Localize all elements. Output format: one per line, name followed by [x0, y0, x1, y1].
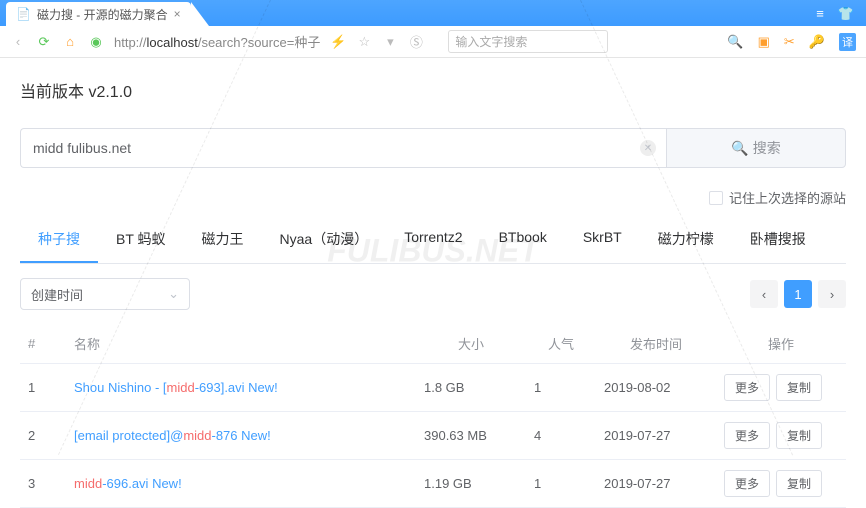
tab-7[interactable]: 磁力柠檬 [640, 217, 732, 263]
table-row: 3midd-696.avi New!1.19 GB12019-07-27更多复制 [20, 460, 846, 508]
url-path: /search?source=种子 [198, 35, 320, 50]
cell-index: 2 [20, 412, 66, 460]
col-hot: 人气 [526, 324, 596, 364]
chevron-down-icon[interactable]: ▾ [382, 34, 398, 50]
translate-icon[interactable]: 译 [839, 33, 856, 51]
search-icon: 🔍 [731, 140, 748, 157]
cell-hot: 4 [526, 412, 596, 460]
col-size: 大小 [416, 324, 526, 364]
cell-size: 390.63 MB [416, 412, 526, 460]
browser-search-input[interactable]: 输入文字搜索 [448, 30, 608, 53]
chevron-down-icon: ⌄ [168, 286, 179, 302]
tab-3[interactable]: Nyaa（动漫） [262, 217, 387, 263]
copy-button[interactable]: 复制 [776, 374, 822, 401]
capture-icon[interactable]: ▣ [758, 34, 770, 50]
tab-5[interactable]: BTbook [481, 217, 565, 263]
cell-name[interactable]: [email protected]@midd-876 New! [66, 412, 416, 460]
remember-checkbox[interactable] [709, 191, 723, 205]
search-placeholder: 输入文字搜索 [455, 33, 527, 50]
search-button-label: 搜索 [753, 138, 781, 158]
menu-icon[interactable]: ≡ [816, 6, 824, 22]
table-row: 1Shou Nishino - [midd-693].avi New!1.8 G… [20, 364, 846, 412]
url-scheme: http:// [114, 35, 147, 50]
search-icon[interactable]: 🔍 [727, 34, 743, 50]
cell-name[interactable]: Shou Nishino - [midd-693].avi New! [66, 364, 416, 412]
tab-0[interactable]: 种子搜 [20, 217, 98, 263]
search-input[interactable]: midd fulibus.net ✕ [20, 128, 666, 168]
cell-index: 1 [20, 364, 66, 412]
col-name: 名称 [66, 324, 416, 364]
back-icon[interactable]: ‹ [10, 34, 26, 50]
search-button[interactable]: 🔍 搜索 [666, 128, 846, 168]
tab-1[interactable]: BT 蚂蚁 [98, 217, 184, 263]
cell-date: 2019-07-27 [596, 412, 716, 460]
close-icon[interactable]: × [174, 7, 181, 21]
page-prev[interactable]: ‹ [750, 280, 778, 308]
pagination: ‹ 1 › [750, 280, 846, 308]
cell-date: 2019-07-27 [596, 460, 716, 508]
search-value: midd fulibus.net [33, 140, 131, 156]
clear-icon[interactable]: ✕ [640, 140, 656, 156]
cell-name[interactable]: midd-696.avi New! [66, 460, 416, 508]
cell-ops: 更多复制 [716, 460, 846, 508]
sort-value: 创建时间 [31, 285, 83, 304]
copy-button[interactable]: 复制 [776, 470, 822, 497]
home-icon[interactable]: ⌂ [62, 34, 78, 50]
cell-ops: 更多复制 [716, 412, 846, 460]
key-icon[interactable]: 🔑 [809, 34, 825, 50]
url-display[interactable]: http://localhost/search?source=种子 [114, 32, 320, 51]
results-table: # 名称 大小 人气 发布时间 操作 1Shou Nishino - [midd… [20, 324, 846, 508]
reload-icon[interactable]: ⟳ [36, 34, 52, 50]
source-tabs: 种子搜BT 蚂蚁磁力王Nyaa（动漫）Torrentz2BTbookSkrBT磁… [20, 217, 846, 264]
cell-ops: 更多复制 [716, 364, 846, 412]
tab-6[interactable]: SkrBT [565, 217, 640, 263]
browser-tab[interactable]: 📄 磁力搜 - 开源的磁力聚合 × [6, 2, 191, 26]
url-host: localhost [147, 35, 198, 50]
shirt-icon[interactable]: 👕 [838, 6, 854, 22]
cell-date: 2019-08-02 [596, 364, 716, 412]
address-bar: ‹ ⟳ ⌂ ◉ http://localhost/search?source=种… [0, 26, 866, 58]
more-button[interactable]: 更多 [724, 422, 770, 449]
more-button[interactable]: 更多 [724, 374, 770, 401]
sogou-icon[interactable]: Ⓢ [408, 34, 424, 50]
version-label: 当前版本 v2.1.0 [20, 78, 846, 102]
lightning-icon[interactable]: ⚡ [330, 34, 346, 50]
shield-icon[interactable]: ◉ [88, 34, 104, 50]
remember-label: 记住上次选择的源站 [729, 188, 846, 207]
page-current[interactable]: 1 [784, 280, 812, 308]
more-button[interactable]: 更多 [724, 470, 770, 497]
col-date: 发布时间 [596, 324, 716, 364]
table-row: 2[email protected]@midd-876 New!390.63 M… [20, 412, 846, 460]
cell-hot: 1 [526, 460, 596, 508]
cell-size: 1.8 GB [416, 364, 526, 412]
page-next[interactable]: › [818, 280, 846, 308]
star-icon[interactable]: ☆ [356, 34, 372, 50]
tab-4[interactable]: Torrentz2 [386, 217, 480, 263]
col-ops: 操作 [716, 324, 846, 364]
tab-title: 磁力搜 - 开源的磁力聚合 [37, 6, 168, 23]
browser-tab-strip: 📄 磁力搜 - 开源的磁力聚合 × ≡ 👕 [0, 0, 866, 26]
tab-8[interactable]: 卧槽搜报 [732, 217, 824, 263]
cell-hot: 1 [526, 364, 596, 412]
sort-select[interactable]: 创建时间 ⌄ [20, 278, 190, 310]
copy-button[interactable]: 复制 [776, 422, 822, 449]
page-icon: 📄 [16, 7, 31, 21]
tab-2[interactable]: 磁力王 [184, 217, 262, 263]
cell-size: 1.19 GB [416, 460, 526, 508]
col-index: # [20, 324, 66, 364]
cell-index: 3 [20, 460, 66, 508]
scissors-icon[interactable]: ✂ [784, 34, 795, 50]
